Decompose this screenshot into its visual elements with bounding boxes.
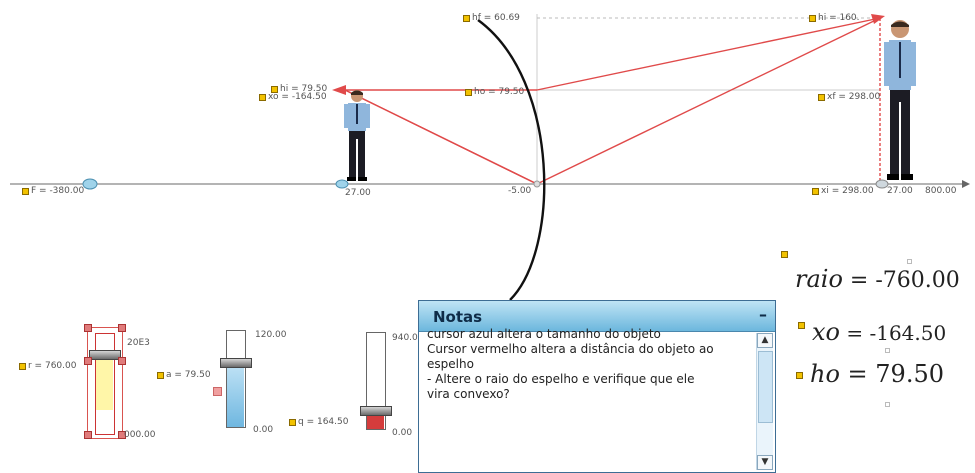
ho-value: = 79.50 bbox=[839, 360, 944, 388]
raio-value: = -760.00 bbox=[842, 268, 960, 293]
xf-label: xf = 298.00 bbox=[827, 92, 881, 102]
minimize-button[interactable]: – bbox=[759, 305, 767, 324]
notes-text[interactable]: cursor azul altera o tamanho do objeto C… bbox=[427, 327, 751, 402]
r-handle-tl bbox=[84, 324, 92, 332]
ho-handle bbox=[885, 402, 890, 407]
hi-label: hi = 160. bbox=[818, 13, 860, 23]
notes-line-5: vira convexo? bbox=[427, 387, 510, 401]
notes-line-4: - Altere o raio do espelho e verifique q… bbox=[427, 372, 695, 386]
axis-arrow bbox=[962, 180, 970, 188]
ho-variable: ho bbox=[810, 360, 840, 388]
tick-800: 800.00 bbox=[925, 186, 957, 196]
tick-center: -5.00 bbox=[508, 186, 532, 196]
raio-marker[interactable] bbox=[781, 251, 788, 258]
r-slider-fill bbox=[96, 358, 113, 410]
notes-window[interactable]: Notas – cursor azul altera o tamanho do … bbox=[418, 300, 776, 473]
hi-point-marker[interactable] bbox=[809, 15, 816, 22]
xo-formula: xo = -164.50 bbox=[812, 318, 946, 346]
q-slider-marker[interactable] bbox=[289, 419, 296, 426]
scroll-thumb[interactable] bbox=[758, 351, 773, 423]
xf-point-marker[interactable] bbox=[818, 94, 825, 101]
ho-marker[interactable] bbox=[796, 372, 803, 379]
ray-mirror-to-image bbox=[536, 17, 881, 91]
object-person bbox=[344, 90, 370, 181]
notes-line-3: espelho bbox=[427, 357, 474, 371]
scroll-up-button[interactable]: ▲ bbox=[757, 333, 773, 348]
q-slider-fill bbox=[367, 414, 384, 429]
vertex-point bbox=[533, 180, 541, 188]
xo-left-label: xo = -164.50 bbox=[268, 92, 327, 102]
ho-formula: ho = 79.50 bbox=[810, 360, 944, 388]
xo-handle bbox=[885, 348, 890, 353]
raio-handle bbox=[907, 259, 912, 264]
hf-label: hf = 60.69 bbox=[472, 13, 520, 23]
q-slider-label: q = 164.50 bbox=[298, 417, 349, 427]
xo-left-point-marker[interactable] bbox=[259, 94, 266, 101]
hf-point-marker[interactable] bbox=[463, 15, 470, 22]
r-slider-min: 000.00 bbox=[124, 430, 156, 440]
xi-point-marker[interactable] bbox=[812, 188, 819, 195]
ho-center-point-marker[interactable] bbox=[465, 89, 472, 96]
r-handle-ml bbox=[84, 357, 92, 365]
tick-27-right: 27.00 bbox=[887, 186, 913, 196]
xo-marker[interactable] bbox=[798, 322, 805, 329]
focus-point[interactable] bbox=[82, 178, 98, 190]
q-slider-min: 0.00 bbox=[392, 428, 413, 438]
r-slider-label: r = 760.00 bbox=[28, 361, 77, 371]
a-slider-marker[interactable] bbox=[157, 372, 164, 379]
r-handle-bl bbox=[84, 431, 92, 439]
q-slider[interactable] bbox=[358, 332, 392, 430]
notes-scrollbar[interactable]: ▲ ▼ bbox=[756, 333, 773, 470]
r-slider-max: 20E3 bbox=[127, 338, 150, 348]
image-person bbox=[884, 20, 916, 180]
a-slider-min: 0.00 bbox=[253, 425, 274, 435]
r-handle-mr bbox=[118, 357, 126, 365]
f-label: F = -380.00 bbox=[31, 186, 85, 196]
ho-center-label: ho = 79.50 bbox=[474, 87, 525, 97]
tick-27-left: 27.00 bbox=[345, 188, 371, 198]
a-slider[interactable] bbox=[218, 330, 252, 428]
raio-formula: raio = -760.00 bbox=[795, 265, 960, 293]
notes-line-1: cursor azul altera o tamanho do objeto bbox=[427, 327, 661, 341]
xo-value: = -164.50 bbox=[839, 321, 947, 345]
a-slider-fill bbox=[227, 365, 244, 427]
a-slider-max: 120.00 bbox=[255, 330, 287, 340]
xo-variable: xo bbox=[812, 318, 840, 346]
scroll-down-button[interactable]: ▼ bbox=[757, 455, 773, 470]
r-slider-marker[interactable] bbox=[19, 363, 26, 370]
a-slider-label: a = 79.50 bbox=[166, 370, 211, 380]
xi-label: xi = 298.00 bbox=[821, 186, 874, 196]
r-slider[interactable] bbox=[84, 324, 126, 439]
notes-line-2: Cursor vermelho altera a distância do ob… bbox=[427, 342, 714, 356]
q-slider-thumb[interactable] bbox=[360, 406, 392, 416]
r-handle-tr bbox=[118, 324, 126, 332]
a-slider-indicator bbox=[213, 387, 222, 396]
r-slider-thumb[interactable] bbox=[89, 350, 121, 360]
raio-variable: raio bbox=[795, 265, 843, 293]
a-slider-thumb[interactable] bbox=[220, 358, 252, 368]
notes-title: Notas bbox=[433, 308, 483, 326]
f-point-marker[interactable] bbox=[22, 188, 29, 195]
